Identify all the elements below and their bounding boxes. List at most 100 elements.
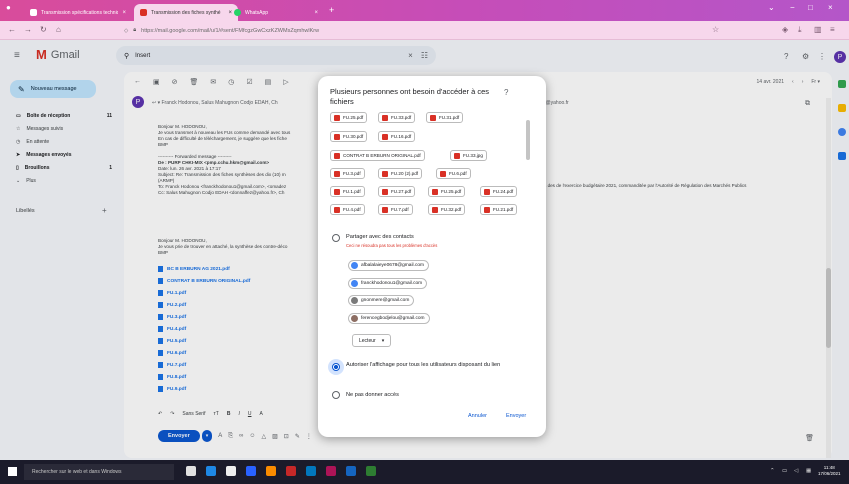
close-icon[interactable]: × [314, 10, 318, 16]
file-chip: FU.33.jpg [450, 150, 487, 161]
back-icon[interactable]: ← [8, 25, 16, 34]
pdf-icon [334, 114, 340, 121]
file-name: FU.32.pdf [441, 207, 462, 212]
file-name: FU.33.pdf [391, 115, 412, 120]
windows-taskbar: Rechercher sur le web et dans Windows ⌃ … [0, 460, 849, 484]
forward-icon[interactable]: → [24, 25, 32, 34]
file-name: CONTRAT B ERBURN ORIGINAL.pdf [343, 153, 421, 158]
file-chip: FU.33.pdf [378, 112, 416, 123]
contact-chip: gnonmere@gmail.com [348, 295, 415, 306]
cancel-button[interactable]: Annuler [468, 413, 487, 419]
allow-link-radio[interactable] [332, 363, 340, 371]
file-chip: FU.27.pdf [378, 186, 416, 197]
tab-label: WhatsApp [245, 9, 269, 16]
role-select[interactable]: Lecteur ▾ [352, 334, 392, 347]
file-chip: FU.20 (2).pdf [378, 168, 423, 179]
no-access-label[interactable]: Ne pas donner accès [346, 391, 399, 399]
browser-tab-bar: ● Transmission spécifications technique … [0, 0, 849, 21]
contact-email: franckhodonou1@gmail.com [361, 281, 423, 286]
pdf-icon [440, 170, 446, 177]
browser-tab-whatsapp[interactable]: WhatsApp × [228, 4, 324, 21]
pdf-icon [432, 206, 438, 213]
excel-icon[interactable] [366, 466, 376, 476]
media-icon[interactable] [286, 466, 296, 476]
tab-list-icon[interactable]: ⌄ [768, 3, 775, 12]
chrome-icon[interactable] [306, 466, 316, 476]
image-icon [454, 152, 460, 159]
pocket-icon[interactable]: ◈ [782, 25, 788, 34]
pdf-icon [334, 152, 340, 159]
firefox-icon[interactable] [326, 466, 336, 476]
file-chip: CONTRAT B ERBURN ORIGINAL.pdf [330, 150, 425, 161]
file-chip: FU.31.pdf [426, 112, 464, 123]
taskbar-search-placeholder: Rechercher sur le web et dans Windows [32, 469, 122, 475]
contact-chip: ferencegbodjelou@gmail.com [348, 313, 430, 324]
network-icon[interactable]: ▭ [782, 468, 787, 474]
maximize-icon[interactable]: □ [808, 3, 813, 12]
home-icon[interactable]: ⌂ [56, 25, 61, 34]
edge-icon[interactable] [206, 466, 216, 476]
lock-icon: 🔒︎ [133, 27, 137, 33]
browser-tab-transmission[interactable]: Transmission des fiches synthé × [134, 4, 238, 21]
contact-avatar-icon [351, 280, 358, 287]
share-contacts-label[interactable]: Partager avec des contacts [346, 233, 414, 241]
reload-icon[interactable]: ↻ [40, 25, 47, 34]
help-icon[interactable]: ? [504, 88, 508, 97]
file-chip: FU.4.pdf [330, 204, 365, 215]
file-list-scrollbar[interactable] [526, 120, 530, 160]
task-view-icon[interactable] [186, 466, 196, 476]
minimize-icon[interactable]: − [790, 3, 795, 12]
no-access-radio[interactable] [332, 391, 340, 399]
file-name: FU.20 (2).pdf [391, 171, 419, 176]
pdf-icon [382, 114, 388, 121]
download-icon[interactable]: ⤓ [798, 25, 802, 35]
file-chip: FU.1.pdf [330, 186, 365, 197]
pdf-icon [484, 206, 490, 213]
file-chip: FU.24.pdf [480, 186, 518, 197]
pdf-icon [334, 206, 340, 213]
file-chip: FU.16.pdf [378, 131, 416, 142]
browser-toolbar: ← → ↻ ⌂ ◇ 🔒︎ https://mail.google.com/mai… [0, 21, 849, 40]
close-window-icon[interactable]: × [828, 3, 833, 12]
close-icon[interactable]: × [122, 10, 126, 16]
share-warning: Ceci ne résoudra pas tous les problèmes … [346, 243, 438, 248]
windows-start-icon[interactable] [8, 467, 17, 476]
gmail-favicon-icon [140, 9, 147, 16]
pdf-icon [382, 188, 388, 195]
file-chip: FU.30.pdf [330, 131, 368, 142]
pdf-icon [382, 133, 388, 140]
file-name: FU.25.pdf [343, 115, 364, 120]
store-icon[interactable] [226, 466, 236, 476]
contact-avatar-icon [351, 262, 358, 269]
language-icon[interactable]: ▦ [806, 468, 811, 474]
library-icon[interactable]: ▥ [814, 25, 822, 34]
contact-email: ferencegbodjelou@gmail.com [361, 316, 425, 321]
allow-link-label[interactable]: Autoriser l'affichage pour tous les util… [346, 361, 536, 369]
pdf-icon [382, 170, 388, 177]
role-label: Lecteur [359, 337, 376, 344]
new-tab-icon[interactable]: + [329, 5, 334, 15]
mail-app-icon[interactable] [246, 466, 256, 476]
file-name: FU.7.pdf [391, 207, 409, 212]
word-icon[interactable] [346, 466, 356, 476]
share-contacts-radio[interactable] [332, 234, 340, 242]
volume-icon[interactable]: ◁ [794, 468, 798, 474]
send-button[interactable]: Envoyer [506, 413, 526, 419]
bookmark-star-icon[interactable]: ☆ [712, 25, 719, 34]
clock-date: 17/06/2021 [818, 471, 841, 476]
address-bar[interactable]: ◇ 🔒︎ https://mail.google.com/mail/u/1/#s… [120, 24, 740, 37]
pdf-icon [334, 188, 340, 195]
taskbar-search[interactable]: Rechercher sur le web et dans Windows [24, 464, 174, 480]
file-name: FU.6.pdf [449, 171, 467, 176]
tab-label: Transmission spécifications technique [41, 9, 119, 16]
file-name: FU.31.pdf [439, 115, 460, 120]
tray-chevron-icon[interactable]: ⌃ [770, 468, 775, 474]
browser-tab-specs[interactable]: Transmission spécifications technique × [24, 4, 132, 21]
whatsapp-favicon-icon [234, 9, 241, 16]
file-name: FU.16.pdf [391, 134, 412, 139]
menu-icon[interactable]: ≡ [830, 25, 835, 34]
browser-menu-icon[interactable]: ● [6, 3, 11, 12]
taskbar-clock[interactable]: 11:48 17/06/2021 [818, 465, 841, 477]
file-explorer-icon[interactable] [266, 466, 276, 476]
contact-chip: afbalalaieye0678@gmail.com [348, 260, 430, 271]
